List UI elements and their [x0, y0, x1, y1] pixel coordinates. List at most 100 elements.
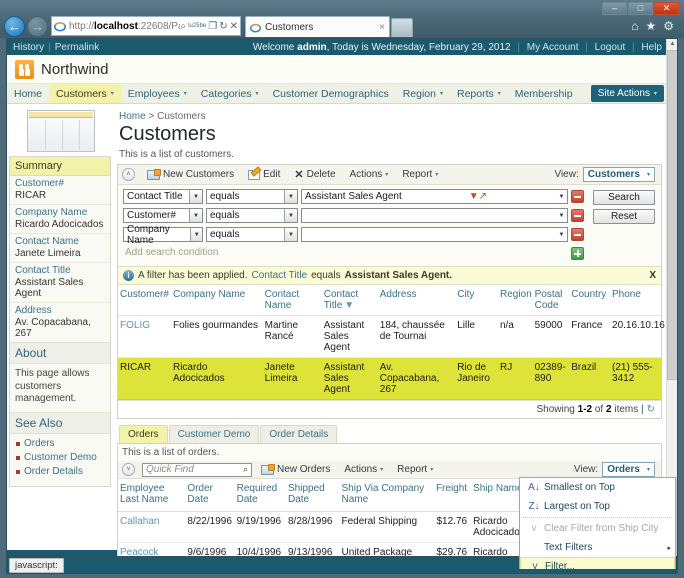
orders-view-select[interactable]: Orders ▾: [602, 462, 655, 477]
notice-field-link[interactable]: Contact Title: [252, 270, 308, 281]
close-notice-icon[interactable]: X: [649, 270, 656, 281]
reset-button[interactable]: Reset: [593, 209, 655, 224]
column-header-employee-last-name[interactable]: Employee Last Name: [118, 479, 186, 512]
column-header-customer-number[interactable]: Customer#: [118, 285, 171, 316]
home-icon[interactable]: ⌂: [631, 19, 638, 33]
see-also-item-orders[interactable]: Orders: [16, 438, 105, 449]
address-bar[interactable]: http://localhost:22608/Pages/Customers.a…: [51, 16, 241, 36]
orders-collapse-toggle-icon[interactable]: ˅: [122, 463, 135, 476]
condition-field-select-1[interactable]: Contact Title ▼: [123, 189, 203, 204]
column-header-shipped-date[interactable]: Shipped Date: [285, 479, 340, 512]
add-condition-label[interactable]: Add search condition: [123, 246, 568, 260]
scrollbar-thumb[interactable]: [667, 50, 677, 380]
see-also-item-customer-demo[interactable]: Customer Demo: [16, 452, 105, 463]
column-header-required-date[interactable]: Required Date: [234, 479, 286, 512]
delete-button[interactable]: ✕ Delete: [289, 168, 340, 181]
customers-view-select[interactable]: Customers ▾: [582, 167, 655, 182]
menu-item-employees[interactable]: Employees ▾: [121, 84, 194, 103]
table-row[interactable]: RICAR Ricardo Adocicados Janete Limeira …: [118, 357, 661, 400]
menu-item-filter[interactable]: ᴠ Filter...: [520, 557, 675, 569]
search-icon[interactable]: ⌕: [243, 464, 248, 475]
condition-value-input-2[interactable]: ▼: [301, 208, 568, 223]
logout-link[interactable]: Logout: [595, 42, 626, 53]
cell-customer-number[interactable]: RICAR: [118, 357, 171, 400]
menu-item-customers[interactable]: Customers ▾: [49, 84, 121, 103]
remove-condition-button-3[interactable]: [571, 228, 584, 241]
chevron-down-icon[interactable]: ▼: [556, 213, 567, 219]
tools-gear-icon[interactable]: ⚙: [663, 19, 674, 33]
refresh-icon[interactable]: ↻: [219, 21, 227, 32]
edit-button[interactable]: Edit: [243, 169, 285, 180]
column-header-address[interactable]: Address: [377, 285, 456, 316]
condition-field-select-3[interactable]: Company Name ▼: [123, 224, 203, 246]
table-row[interactable]: FOLIG Folies gourmandes Martine Rancé As…: [118, 315, 665, 358]
menu-item-categories[interactable]: Categories ▾: [194, 84, 266, 103]
column-header-contact-title[interactable]: Contact Title ▼: [321, 285, 378, 316]
chevron-down-icon[interactable]: ▼: [556, 194, 567, 200]
menu-item-membership[interactable]: Membership: [508, 84, 580, 103]
condition-value-input-1[interactable]: Assistant Sales Agent ▼↗ ▼: [301, 189, 568, 204]
tab-order-details[interactable]: Order Details: [260, 425, 338, 443]
tab-close-icon[interactable]: ×: [371, 22, 385, 33]
back-button[interactable]: ←: [4, 15, 25, 37]
column-header-ship-via-company-name[interactable]: Ship Via Company Name: [339, 479, 431, 512]
chevron-down-icon[interactable]: \u25be: [188, 23, 206, 29]
menu-item-smallest-on-top[interactable]: A↓ Smallest on Top: [520, 478, 675, 497]
favorites-icon[interactable]: ★: [645, 19, 656, 33]
collapse-toggle-icon[interactable]: ˄: [122, 168, 135, 181]
forward-button[interactable]: →: [27, 15, 48, 37]
scroll-up-arrow-icon[interactable]: ▲: [667, 39, 677, 50]
condition-operator-select-1[interactable]: equals ▼: [206, 189, 298, 204]
condition-operator-select-3[interactable]: equals ▼: [206, 227, 298, 242]
menu-item-largest-on-top[interactable]: Z↓ Largest on Top: [520, 497, 675, 516]
column-header-city[interactable]: City: [455, 285, 498, 316]
chevron-down-icon[interactable]: ▼: [556, 232, 567, 238]
search-icon[interactable]: ⌕: [180, 21, 186, 32]
cell-employee-last-name[interactable]: Callahan: [118, 511, 186, 543]
history-link[interactable]: History: [13, 42, 44, 53]
column-header-region[interactable]: Region: [497, 285, 533, 316]
breadcrumb-home[interactable]: Home: [119, 111, 146, 122]
stop-icon[interactable]: ✕: [230, 21, 238, 32]
tab-customer-demo[interactable]: Customer Demo: [168, 425, 260, 443]
menu-item-home[interactable]: Home: [7, 84, 49, 103]
quick-find-input[interactable]: Quick Find ⌕: [142, 462, 252, 477]
my-account-link[interactable]: My Account: [527, 42, 579, 53]
new-orders-button[interactable]: New Orders: [256, 463, 335, 475]
browser-tab-customers[interactable]: Customers ×: [245, 16, 390, 37]
clear-filter-icon[interactable]: ▼↗: [469, 191, 489, 202]
condition-field-select-2[interactable]: Customer# ▼: [123, 208, 203, 223]
column-header-company-name[interactable]: Company Name: [170, 285, 263, 316]
permalink-link[interactable]: Permalink: [55, 42, 99, 53]
condition-value-input-3[interactable]: ▼: [301, 227, 568, 242]
cell-postal-code: 02389-890: [532, 357, 570, 400]
cell-customer-number[interactable]: FOLIG: [118, 315, 171, 358]
column-header-order-date[interactable]: Order Date: [185, 479, 235, 512]
column-header-country[interactable]: Country: [569, 285, 611, 316]
menu-item-reports[interactable]: Reports ▾: [450, 84, 508, 103]
actions-menu-button[interactable]: Actions ▾: [345, 169, 394, 180]
refresh-icon[interactable]: ↻: [647, 404, 655, 415]
condition-operator-select-2[interactable]: equals ▼: [206, 208, 298, 223]
column-header-freight[interactable]: Freight: [430, 479, 472, 512]
report-menu-button[interactable]: Report ▾: [397, 169, 443, 180]
compatibility-view-icon[interactable]: ❐: [208, 21, 217, 32]
column-header-phone[interactable]: Phone: [610, 285, 661, 316]
tab-orders[interactable]: Orders: [119, 425, 168, 443]
column-header-contact-name[interactable]: Contact Name: [262, 285, 322, 316]
menu-item-region[interactable]: Region ▾: [396, 84, 450, 103]
menu-item-text-filters[interactable]: Text Filters ▸: [520, 538, 675, 557]
see-also-item-order-details[interactable]: Order Details: [16, 466, 105, 477]
column-header-postal-code[interactable]: Postal Code: [532, 285, 570, 316]
add-condition-button[interactable]: [571, 246, 584, 260]
new-tab-button[interactable]: [391, 18, 413, 37]
search-button[interactable]: Search: [593, 190, 655, 205]
menu-item-customer-demographics[interactable]: Customer Demographics: [266, 84, 396, 103]
orders-report-menu-button[interactable]: Report ▾: [392, 464, 438, 475]
site-actions-button[interactable]: Site Actions ▾: [590, 85, 664, 102]
new-customers-button[interactable]: New Customers: [142, 168, 239, 180]
remove-condition-button-1[interactable]: [571, 190, 584, 203]
orders-actions-menu-button[interactable]: Actions ▾: [339, 464, 388, 475]
help-link[interactable]: Help: [641, 42, 662, 53]
remove-condition-button-2[interactable]: [571, 209, 584, 222]
